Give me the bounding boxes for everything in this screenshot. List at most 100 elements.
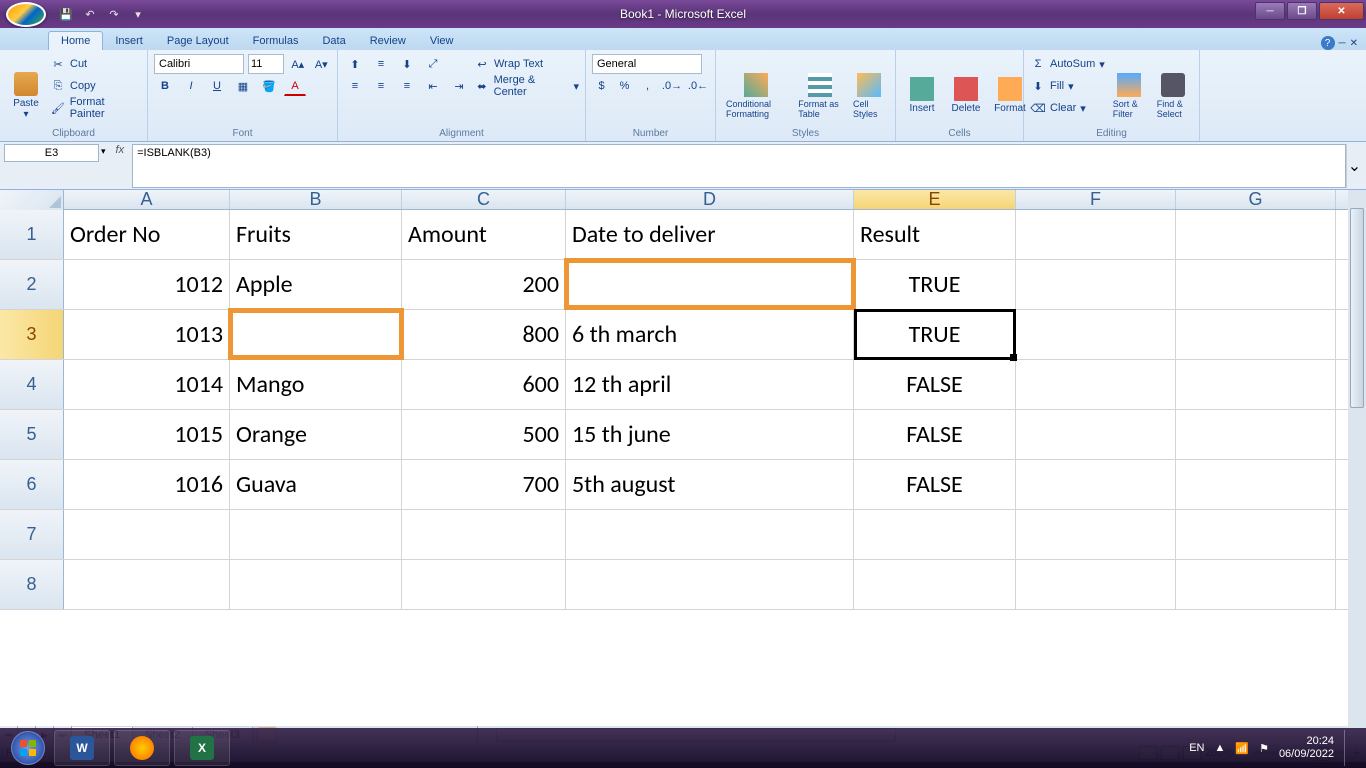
row-header-5[interactable]: 5 — [0, 410, 64, 459]
cell-d2[interactable] — [566, 260, 854, 309]
fill-color-icon[interactable]: 🪣 — [258, 76, 280, 96]
cell-g5[interactable] — [1176, 410, 1336, 459]
cell-f4[interactable] — [1016, 360, 1176, 409]
expand-formula-bar-icon[interactable]: ⌄ — [1346, 144, 1362, 188]
cell-c3[interactable]: 800 — [402, 310, 566, 359]
font-size-input[interactable] — [248, 54, 284, 74]
tab-view[interactable]: View — [418, 32, 466, 50]
cell-f6[interactable] — [1016, 460, 1176, 509]
format-painter-button[interactable]: 🖌Format Painter — [50, 98, 141, 118]
cell-b1[interactable]: Fruits — [230, 210, 402, 259]
align-left-icon[interactable]: ≡ — [344, 76, 366, 96]
undo-icon[interactable]: ↶ — [80, 4, 100, 24]
cell-b3[interactable] — [230, 310, 402, 359]
cell-g2[interactable] — [1176, 260, 1336, 309]
col-header-a[interactable]: A — [64, 190, 230, 209]
cell-c5[interactable]: 500 — [402, 410, 566, 459]
cell-d4[interactable]: 12 th april — [566, 360, 854, 409]
tab-insert[interactable]: Insert — [103, 32, 155, 50]
cell-e2[interactable]: TRUE — [854, 260, 1016, 309]
cell-c1[interactable]: Amount — [402, 210, 566, 259]
comma-icon[interactable]: , — [638, 76, 657, 96]
cell-b5[interactable]: Orange — [230, 410, 402, 459]
cell-b2[interactable]: Apple — [230, 260, 402, 309]
cell-c6[interactable]: 700 — [402, 460, 566, 509]
cell-c8[interactable] — [402, 560, 566, 609]
cell-g8[interactable] — [1176, 560, 1336, 609]
cell-c2[interactable]: 200 — [402, 260, 566, 309]
align-bottom-icon[interactable]: ⬇ — [396, 54, 418, 74]
cell-f7[interactable] — [1016, 510, 1176, 559]
cell-a6[interactable]: 1016 — [64, 460, 230, 509]
copy-button[interactable]: ⎘Copy — [50, 76, 141, 96]
cell-a8[interactable] — [64, 560, 230, 609]
language-indicator[interactable]: EN — [1189, 742, 1204, 754]
row-header-2[interactable]: 2 — [0, 260, 64, 309]
row-header-4[interactable]: 4 — [0, 360, 64, 409]
bold-button[interactable]: B — [154, 76, 176, 96]
cell-e5[interactable]: FALSE — [854, 410, 1016, 459]
cell-d6[interactable]: 5th august — [566, 460, 854, 509]
close-button[interactable]: ✕ — [1319, 2, 1364, 20]
formula-input[interactable]: =ISBLANK(B3) — [132, 144, 1346, 188]
cell-e4[interactable]: FALSE — [854, 360, 1016, 409]
cut-button[interactable]: ✂Cut — [50, 54, 141, 74]
border-icon[interactable]: ▦ — [232, 76, 254, 96]
increase-indent-icon[interactable]: ⇥ — [448, 76, 470, 96]
tray-chevron-icon[interactable]: ▲ — [1214, 742, 1225, 754]
cell-g3[interactable] — [1176, 310, 1336, 359]
increase-font-icon[interactable]: A▴ — [288, 54, 308, 74]
tab-review[interactable]: Review — [358, 32, 418, 50]
cell-g7[interactable] — [1176, 510, 1336, 559]
italic-button[interactable]: I — [180, 76, 202, 96]
underline-button[interactable]: U — [206, 76, 228, 96]
flag-icon[interactable]: ⚑ — [1259, 742, 1269, 755]
cell-g6[interactable] — [1176, 460, 1336, 509]
decrease-indent-icon[interactable]: ⇤ — [422, 76, 444, 96]
cell-f8[interactable] — [1016, 560, 1176, 609]
cell-styles-button[interactable]: Cell Styles — [849, 52, 889, 139]
increase-decimal-icon[interactable]: .0→ — [661, 76, 683, 96]
cell-b6[interactable]: Guava — [230, 460, 402, 509]
fill-button[interactable]: ⬇Fill▾ — [1030, 76, 1105, 96]
clear-button[interactable]: ⌫Clear▾ — [1030, 98, 1105, 118]
cell-e1[interactable]: Result — [854, 210, 1016, 259]
spreadsheet-grid[interactable]: A B C D E F G 1 Order No Fruits Amount D… — [0, 190, 1366, 726]
conditional-formatting-button[interactable]: Conditional Formatting — [722, 52, 790, 139]
tab-page-layout[interactable]: Page Layout — [155, 32, 241, 50]
cell-d7[interactable] — [566, 510, 854, 559]
show-desktop-button[interactable] — [1344, 730, 1354, 766]
delete-cells-button[interactable]: Delete — [946, 52, 986, 139]
col-header-b[interactable]: B — [230, 190, 402, 209]
tab-formulas[interactable]: Formulas — [241, 32, 311, 50]
col-header-d[interactable]: D — [566, 190, 854, 209]
align-center-icon[interactable]: ≡ — [370, 76, 392, 96]
cell-a2[interactable]: 1012 — [64, 260, 230, 309]
insert-cells-button[interactable]: Insert — [902, 52, 942, 139]
network-icon[interactable]: 📶 — [1235, 742, 1249, 755]
cell-a7[interactable] — [64, 510, 230, 559]
row-header-7[interactable]: 7 — [0, 510, 64, 559]
cell-g1[interactable] — [1176, 210, 1336, 259]
help-icon[interactable]: ? — [1321, 36, 1335, 50]
cell-e7[interactable] — [854, 510, 1016, 559]
cell-b8[interactable] — [230, 560, 402, 609]
number-format-select[interactable] — [592, 54, 702, 74]
cell-a3[interactable]: 1013 — [64, 310, 230, 359]
cell-d3[interactable]: 6 th march — [566, 310, 854, 359]
cell-d8[interactable] — [566, 560, 854, 609]
wrap-text-button[interactable]: ↩Wrap Text — [474, 54, 579, 74]
sort-filter-button[interactable]: Sort & Filter — [1109, 52, 1149, 139]
qat-dropdown-icon[interactable]: ▾ — [128, 4, 148, 24]
taskbar-word-button[interactable]: W — [54, 730, 110, 766]
currency-icon[interactable]: $ — [592, 76, 611, 96]
taskbar-browser-button[interactable] — [114, 730, 170, 766]
align-right-icon[interactable]: ≡ — [396, 76, 418, 96]
scrollbar-thumb[interactable] — [1350, 208, 1364, 408]
row-header-6[interactable]: 6 — [0, 460, 64, 509]
cell-a1[interactable]: Order No — [64, 210, 230, 259]
align-middle-icon[interactable]: ≡ — [370, 54, 392, 74]
cell-c7[interactable] — [402, 510, 566, 559]
cell-g4[interactable] — [1176, 360, 1336, 409]
paste-button[interactable]: Paste▾ — [6, 52, 46, 139]
